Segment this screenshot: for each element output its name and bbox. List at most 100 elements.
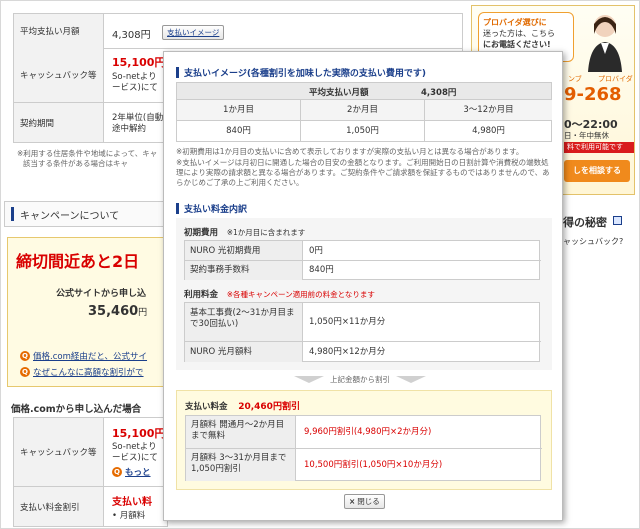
modal-note-2: ※支払いイメージは月初日に開通した場合の目安の金額となります。ご利用開始日の日割… [176,158,550,187]
usage-label: 利用料金 [184,290,219,300]
bottom-cashback-row: キャッシュバック等 15,100円 So-netより ービス)にて Q もっと [13,417,168,487]
official-amount-group: 35,460円 [88,304,147,319]
link-row-1[interactable]: Q 価格.com経由だと、公式サイ [20,350,147,362]
initial-row-value-1: 0円 [309,246,323,256]
breakdown-title: 支払い料金内訳 [184,205,248,215]
bottom-discount-value: 支払い料 [112,497,152,508]
discount-arrow-row: 上記金額から割引 [294,374,426,385]
more-link[interactable]: もっと [125,466,151,478]
link-why-discount[interactable]: なぜこんなに高額な割引がで [33,366,144,378]
cashback-line3: ービス)にて [112,83,158,93]
bottom-cashback-value: 15,100円 [112,427,166,440]
initial-label: 初期費用 [184,228,219,238]
link-row-2[interactable]: Q なぜこんなに高額な割引がで [20,366,144,378]
discount-heading: 支払い料金 20,460円割引 [185,399,300,412]
discount-row-label-2: 月額料 3～31か月目まで1,050円割引 [186,449,296,481]
modal-avg-label: 平均支払い月額 [309,88,369,98]
question-icon: Q [20,351,30,361]
official-amount-unit: 円 [138,308,148,318]
discount-table: 月額料 開通月～2か月目まで無料 9,960円割引(4,980円×2か月分) 月… [185,415,542,481]
payment-image-button[interactable]: 支払いイメージ [162,25,225,40]
usage-row-value-1: 1,050円×11か月分 [309,317,386,327]
title-bar [176,67,179,78]
modal-avg-value: 4,308円 [421,88,457,98]
hours-note: 日・年中無休 [564,131,609,140]
usage-row-label-1: 基本工事費(2～31か月目まで30回払い) [185,303,303,341]
discount-row-label-1: 月額料 開通月～2か月目まで無料 [186,416,296,448]
month-header-1: 1か月目 [177,100,301,121]
campaign-heading: キャンペーンについて [20,210,120,222]
discount-row-value-2: 10,500円割引(1,050円×10か月分) [304,460,443,470]
bottom-discount-line2: • 月額料 [112,511,146,521]
secret-box[interactable]: 得の秘密 ャッシュバック? [561,206,637,256]
bottom-cashback-label: キャッシュバック等 [14,418,104,486]
external-link-icon [613,216,622,225]
deadline-text: 締切間近あと2日 [16,252,140,271]
contract-label: 契約期間 [14,103,104,142]
contract-line2: 途中解約 [112,124,147,134]
brand-small2: プロバイダ [598,75,633,83]
question-icon: Q [112,467,122,477]
modal-note-1: ※初期費用は1か月目の支払いに含めて表示しておりますが実際の支払い月とは異なる場… [176,147,524,156]
close-icon: × [349,497,356,506]
official-amount: 35,460 [88,304,139,319]
down-arrow-icon [294,375,324,383]
discount-arrow-text: 上記金額から割引 [330,375,390,384]
title-bar [176,203,179,214]
operator-avatar-icon [588,15,622,72]
secret-heading: 得の秘密 [563,216,607,229]
initial-note: ※1か月目に含まれます [226,228,306,237]
usage-note: ※各種キャンペーン適用前の料金となります [226,290,375,299]
usage-row-value-2: 4,980円×12か月分 [309,347,386,357]
month-value-2: 1,050円 [301,121,425,141]
link-kakaku-official[interactable]: 価格.com経由だと、公式サイ [33,350,147,362]
avg-monthly-row: 平均支払い月額 4,308円 支払いイメージ [13,13,463,49]
official-apply-text: 公式サイトから申し込 [56,289,147,299]
avg-bar: 平均支払い月額 4,308円 [176,82,552,100]
initial-row-value-2: 840円 [309,265,334,275]
usage-heading: 利用料金 ※各種キャンペーン適用前の料金となります [184,288,375,300]
discount-value: 20,460円割引 [238,402,300,412]
initial-table: NURO 光初期費用 0円 契約事務手数料 840円 [184,240,541,280]
avg-monthly-label: 平均支払い月額 [14,14,104,48]
cashback-value: 15,100円 [112,56,166,69]
discount-row-value-1: 9,960円割引(4,980円×2か月分) [304,427,432,437]
modal-title-row: 支払いイメージ(各種割引を加味した実際の支払い費用です) [176,66,426,79]
discount-label: 支払い料金 [185,402,228,412]
bottom-cashback-line3: ービス)にて [112,453,158,463]
initial-row-label-1: NURO 光初期費用 [185,241,303,261]
avg-monthly-value: 4,308円 [112,30,151,41]
secret-sub: ャッシュバック? [563,237,624,246]
close-button[interactable]: × 閉じる [344,494,385,509]
breakdown-area: 初期費用 ※1か月目に含まれます NURO 光初期費用 0円 契約事務手数料 8… [176,218,552,370]
more-link-row[interactable]: Q もっと [112,466,151,478]
choose-line3: にお電話ください! [483,40,551,49]
campaign-box: 締切間近あと2日 公式サイトから申し込 35,460円 Q 価格.com経由だと… [7,237,187,387]
page-background: 平均支払い月額 4,308円 支払いイメージ キャッシュバック等 15,100円… [0,0,640,529]
discount-area: 支払い料金 20,460円割引 月額料 開通月～2か月目まで無料 9,960円割… [176,390,552,490]
payment-image-modal: 支払いイメージ(各種割引を加味した実際の支払い費用です) 平均支払い月額 4,3… [163,51,563,521]
phone-number: 9-268 [564,84,622,105]
question-icon: Q [20,367,30,377]
month-header-2: 2か月目 [301,100,425,121]
choose-line2: 迷った方は、こちら [483,29,555,38]
bottom-discount-label: 支払い料金割引 [14,487,104,526]
heading-bar [11,207,14,221]
free-note: 料で利用可能です [564,142,634,153]
down-arrow-icon [396,375,426,383]
month-value-3: 4,980円 [472,126,505,136]
consult-button[interactable]: しを相談する [564,160,630,182]
bg-note-2: 該当する条件がある場合はキャ [23,159,128,168]
month-table: 1か月目 2か月目 3～12か月目 840円 1,050円 4,980円 [176,100,552,142]
initial-heading: 初期費用 ※1か月目に含まれます [184,226,305,238]
breakdown-title-row: 支払い料金内訳 [176,202,247,215]
initial-row-label-2: 契約事務手数料 [185,261,303,280]
month-value-1: 840円 [177,121,301,141]
bg-note-1: ※利用する住居条件や地域によって、キャ [17,149,158,158]
usage-row-label-2: NURO 光月額料 [185,342,303,362]
brand-small1: ンブ [568,75,582,83]
usage-table: 基本工事費(2～31か月目まで30回払い) 1,050円×11か月分 NURO … [184,302,541,362]
choose-line1: プロバイダ選びに [483,18,547,27]
modal-title: 支払いイメージ(各種割引を加味した実際の支払い費用です) [184,69,427,79]
month-header-3: 3～12か月目 [425,100,552,121]
